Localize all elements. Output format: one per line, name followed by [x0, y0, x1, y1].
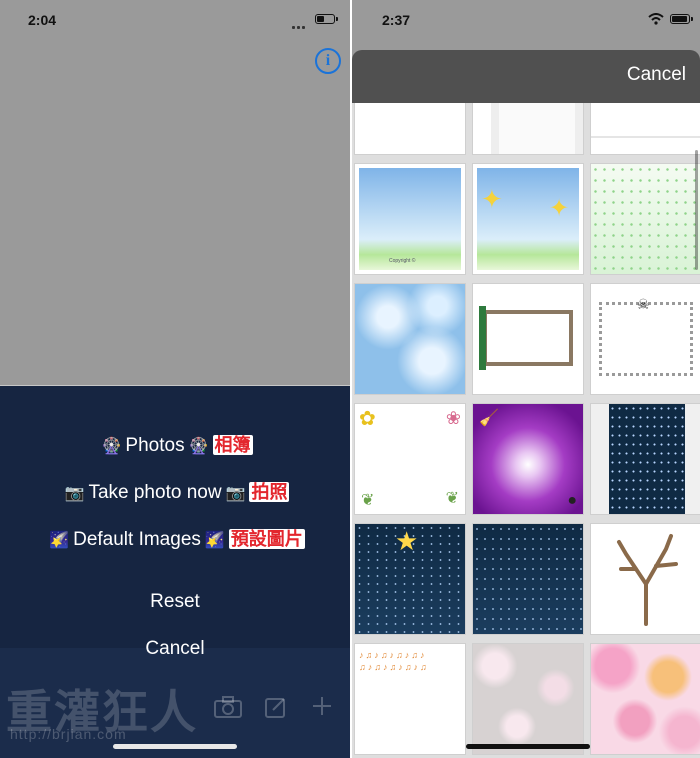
thumbnail-bare-tree[interactable]	[590, 523, 700, 635]
battery-icon	[315, 14, 338, 24]
photos-annotation: 相簿	[212, 435, 253, 455]
take-photo-annotation: 拍照	[249, 482, 290, 502]
picture-icon: 🌠	[204, 532, 225, 549]
copyright-caption: Copyright ©	[389, 258, 416, 264]
thumbnail-bone-frame[interactable]: ☠	[590, 283, 700, 395]
thumbnail-blank-white-3[interactable]	[590, 103, 700, 155]
default-images-option[interactable]: 🌠 Default Images 🌠 預設圖片	[0, 525, 350, 551]
thumbnail-music-notes[interactable]: ♪♫♪♫♪♫♪♫♪ ♫♪♫♪♫♪♫♪♫	[354, 643, 466, 755]
watermark-url: http://brjian.com	[10, 726, 127, 742]
thumbnail-night-star[interactable]: ★	[354, 523, 466, 635]
pumpkin-icon: ●	[567, 492, 577, 509]
thumbnail-roses[interactable]	[472, 643, 584, 755]
signal-icon	[292, 16, 307, 34]
photos-label: Photos	[125, 435, 185, 456]
default-images-annotation: 預設圖片	[228, 529, 305, 549]
picker-header: Cancel	[352, 50, 700, 103]
camera-toolbar-icon[interactable]	[214, 696, 242, 724]
default-images-label: Default Images	[73, 529, 201, 550]
thumbnail-night-dots[interactable]	[472, 523, 584, 635]
take-photo-label: Take photo now	[88, 482, 222, 503]
thumbnail-wooden-frame[interactable]	[472, 283, 584, 395]
status-time: 2:37	[382, 12, 411, 28]
reset-button[interactable]: Reset	[0, 591, 350, 613]
ferris-wheel-icon: 🎡	[188, 438, 209, 455]
music-note-icon: ♫♪♫♪♫♪♫♪♫	[359, 662, 429, 672]
thumbnail-blue-clouds[interactable]	[354, 283, 466, 395]
tree-icon	[617, 534, 678, 626]
edit-toolbar-icon[interactable]	[265, 696, 287, 724]
add-toolbar-icon[interactable]	[312, 696, 332, 722]
status-time: 2:04	[28, 12, 57, 28]
thumbnail-sky-sparkles[interactable]: ✦ ✦	[472, 163, 584, 275]
cancel-button[interactable]: Cancel	[0, 638, 350, 660]
thumbnail-night-stars[interactable]	[590, 403, 700, 515]
info-icon[interactable]: i	[315, 48, 341, 74]
sparkle-icon: ✦	[549, 195, 570, 222]
thumbnail-pink-flowers[interactable]	[590, 643, 700, 755]
leaf-icon: ❦	[445, 490, 459, 507]
thumbnail-flower-corners[interactable]: ✿ ❀ ❦ ❦	[354, 403, 466, 515]
battery-icon	[670, 14, 693, 24]
picture-icon: 🌠	[49, 532, 70, 549]
camera-icon: 📷	[64, 485, 85, 502]
right-screen: 2:37 Cancel Copyright © ✦ ✦ ☠ ✿ ❀ ❦ ❦ 🧹 …	[352, 0, 700, 758]
left-screen: 2:04 i 🎡 Photos 🎡 相簿 📷 Take photo now 📷 拍照 🌠 De…	[0, 0, 350, 758]
thumbnail-purple-witch[interactable]: 🧹 ●	[472, 403, 584, 515]
thumbnail-blank-white[interactable]	[354, 103, 466, 155]
thumbnail-green-confetti[interactable]	[590, 163, 700, 275]
flower-icon: ✿	[359, 408, 376, 430]
thumbnail-sky-grass[interactable]: Copyright ©	[354, 163, 466, 275]
take-photo-option[interactable]: 📷 Take photo now 📷 拍照	[0, 478, 350, 504]
witch-icon: 🧹	[479, 410, 499, 427]
music-note-icon: ♪♫♪♫♪♫♪♫♪	[359, 650, 427, 660]
home-indicator	[466, 744, 590, 749]
thumbnail-grid: Copyright © ✦ ✦ ☠ ✿ ❀ ❦ ❦ 🧹 ● ★ ♪♫♪♫♪♫♪♫…	[352, 103, 700, 758]
thumbnail-blank-white-2[interactable]	[472, 103, 584, 155]
home-indicator	[113, 744, 237, 749]
ferris-wheel-icon: 🎡	[101, 438, 122, 455]
star-icon: ★	[395, 526, 419, 556]
flower-icon: ❀	[445, 408, 461, 428]
wifi-icon	[648, 12, 664, 30]
leaf-icon: ❦	[361, 492, 375, 509]
camera-icon: 📷	[225, 485, 246, 502]
skull-icon: ☠	[637, 296, 650, 312]
cancel-button[interactable]: Cancel	[627, 64, 686, 86]
sparkle-icon: ✦	[481, 184, 503, 214]
scrollbar[interactable]	[695, 150, 698, 270]
photos-option[interactable]: 🎡 Photos 🎡 相簿	[0, 431, 350, 457]
